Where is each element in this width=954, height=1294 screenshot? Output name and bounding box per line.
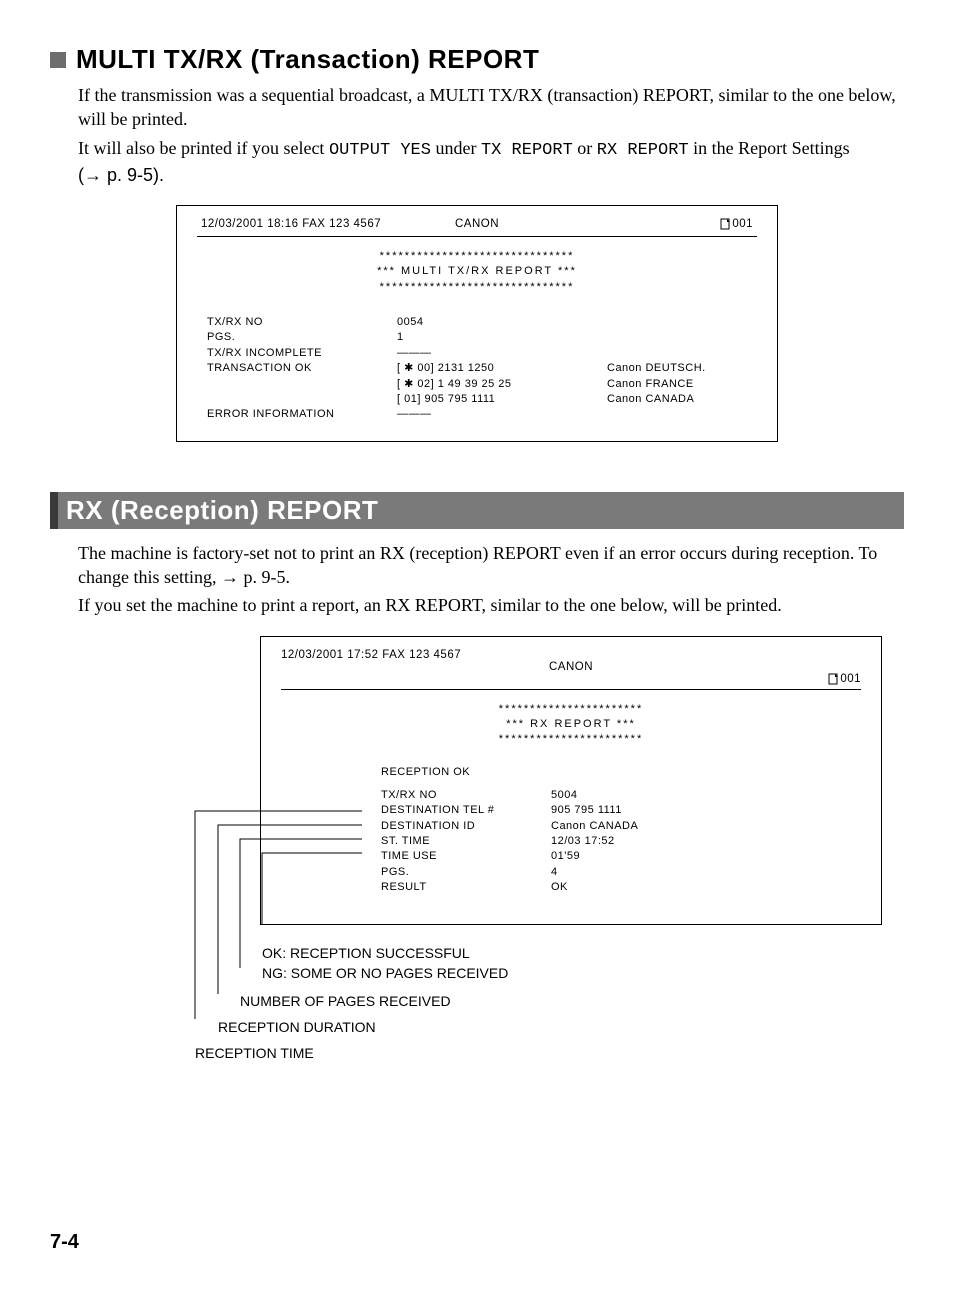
- section-title-text: MULTI TX/RX (Transaction) REPORT: [76, 44, 539, 75]
- report-header-center: CANON: [281, 661, 861, 673]
- value-dest-tel: 905 795 1111: [551, 803, 861, 818]
- stars-row: *******************************: [197, 249, 757, 264]
- section1-para2: It will also be printed if you select OU…: [50, 136, 904, 187]
- value-txrx-no: 0054: [397, 315, 597, 330]
- page-number-value: 001: [732, 218, 753, 230]
- label-txrx-no: TX/RX NO: [381, 788, 541, 803]
- label-dest-tel: DESTINATION TEL #: [381, 803, 541, 818]
- label-pgs: PGS.: [207, 330, 387, 345]
- rx-report-sample: 12/03/2001 17:52 FAX 123 4567 CANON 001 …: [260, 636, 882, 925]
- callout-result-ok: OK: RECEPTION SUCCESSFUL: [150, 945, 904, 961]
- report-header-left: 12/03/2001 18:16 FAX 123 4567: [201, 218, 385, 230]
- report-title: *** RX REPORT ***: [281, 717, 861, 732]
- label-time-use: TIME USE: [381, 849, 541, 864]
- text-fragment: under: [431, 138, 481, 158]
- callout-pages: NUMBER OF PAGES RECEIVED: [150, 993, 904, 1009]
- section2-para1: The machine is factory-set not to print …: [50, 541, 904, 590]
- value-st-time: 12/03 17:52: [551, 834, 861, 849]
- callout-duration: RECEPTION DURATION: [150, 1019, 904, 1035]
- page-number-value: 001: [840, 673, 861, 685]
- value-dest-name-1: Canon DEUTSCH.: [607, 361, 757, 376]
- callout-time: RECEPTION TIME: [150, 1045, 904, 1061]
- value-time-use: 01'59: [551, 849, 861, 864]
- reception-status: RECEPTION OK: [281, 766, 861, 778]
- section-title-multi-txrx: MULTI TX/RX (Transaction) REPORT: [50, 44, 904, 75]
- stars-row: ***********************: [281, 702, 861, 717]
- page-icon: [828, 673, 840, 685]
- value-incomplete: ———: [397, 346, 597, 361]
- square-bullet-icon: [50, 52, 66, 68]
- value-dest-id: Canon CANADA: [551, 819, 861, 834]
- value-pgs: 1: [397, 330, 597, 345]
- mono-text: TX REPORT: [481, 141, 573, 160]
- report-header-center: CANON: [385, 218, 569, 230]
- text-fragment: It will also be printed if you select: [78, 138, 329, 158]
- label-pgs: PGS.: [381, 865, 541, 880]
- text-fragment: or: [573, 138, 597, 158]
- label-transaction-ok: TRANSACTION OK: [207, 361, 387, 376]
- report-header-right: 001: [281, 673, 861, 685]
- value-result: OK: [551, 880, 861, 895]
- label-dest-id: DESTINATION ID: [381, 819, 541, 834]
- value-dest-2: [ ✱ 02] 1 49 39 25 25: [397, 377, 597, 392]
- callout-result-ng: NG: SOME OR NO PAGES RECEIVED: [150, 965, 904, 981]
- mono-text: OUTPUT YES: [329, 141, 431, 160]
- report-title: *** MULTI TX/RX REPORT ***: [197, 264, 757, 279]
- value-error-info: ———: [397, 407, 597, 422]
- report-header-right: 001: [569, 218, 753, 230]
- rx-report-with-callouts: 12/03/2001 17:52 FAX 123 4567 CANON 001 …: [150, 636, 904, 1061]
- section2-para2: If you set the machine to print a report…: [50, 593, 904, 617]
- value-dest-name-2: Canon FRANCE: [607, 377, 757, 392]
- label-incomplete: TX/RX INCOMPLETE: [207, 346, 387, 361]
- multi-txrx-report-sample: 12/03/2001 18:16 FAX 123 4567 CANON 001 …: [176, 205, 778, 442]
- report-header-left: 12/03/2001 17:52 FAX 123 4567: [281, 649, 861, 661]
- section-title-rx-report: RX (Reception) REPORT: [50, 492, 904, 529]
- value-dest-3: [ 01] 905 795 1111: [397, 392, 597, 407]
- value-dest-1: [ ✱ 00] 2131 1250: [397, 361, 597, 376]
- section1-para1: If the transmission was a sequential bro…: [50, 83, 904, 132]
- label-error-info: ERROR INFORMATION: [207, 407, 387, 422]
- value-txrx-no: 5004: [551, 788, 861, 803]
- value-pgs: 4: [551, 865, 861, 880]
- value-dest-name-3: Canon CANADA: [607, 392, 757, 407]
- label-st-time: ST. TIME: [381, 834, 541, 849]
- stars-row: *******************************: [197, 280, 757, 295]
- label-txrx-no: TX/RX NO: [207, 315, 387, 330]
- stars-row: ***********************: [281, 732, 861, 747]
- page-icon: [720, 218, 732, 230]
- label-result: RESULT: [381, 880, 541, 895]
- text-fragment: in the Report Settings: [689, 138, 850, 158]
- page-ref: (→ p. 9-5).: [78, 165, 164, 185]
- mono-text: RX REPORT: [597, 141, 689, 160]
- page-number: 7-4: [50, 1231, 904, 1254]
